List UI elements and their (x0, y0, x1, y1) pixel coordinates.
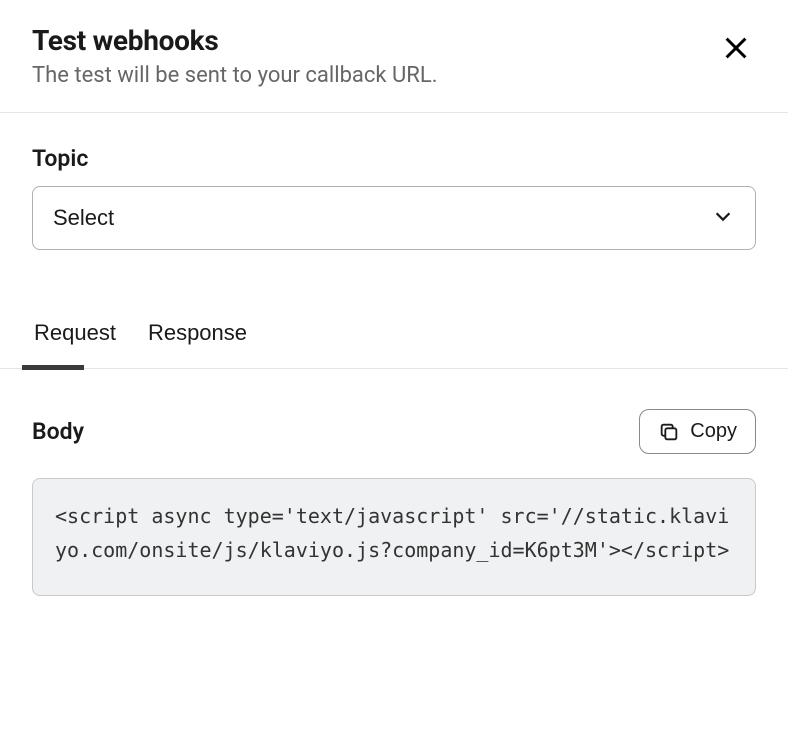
copy-button[interactable]: Copy (639, 409, 756, 454)
test-webhooks-modal: Test webhooks The test will be sent to y… (0, 0, 788, 596)
body-section: Body Copy <script async type='text/javas… (0, 369, 788, 596)
topic-section: Topic Select (0, 113, 788, 250)
body-label: Body (32, 418, 84, 445)
topic-select[interactable]: Select (32, 186, 756, 250)
tabs: Request Response (0, 306, 788, 369)
close-icon (722, 34, 750, 62)
close-button[interactable] (716, 28, 756, 68)
tab-request[interactable]: Request (32, 306, 118, 368)
modal-title: Test webhooks (32, 24, 756, 57)
modal-header: Test webhooks The test will be sent to y… (0, 0, 788, 113)
modal-subtitle: The test will be sent to your callback U… (32, 63, 756, 88)
topic-select-wrap: Select (32, 186, 756, 250)
tab-response[interactable]: Response (146, 306, 249, 368)
topic-label: Topic (32, 145, 756, 172)
body-code[interactable]: <script async type='text/javascript' src… (32, 478, 756, 596)
copy-button-label: Copy (690, 420, 737, 443)
body-header: Body Copy (32, 409, 756, 454)
copy-icon (658, 421, 680, 443)
topic-select-value: Select (53, 205, 114, 231)
